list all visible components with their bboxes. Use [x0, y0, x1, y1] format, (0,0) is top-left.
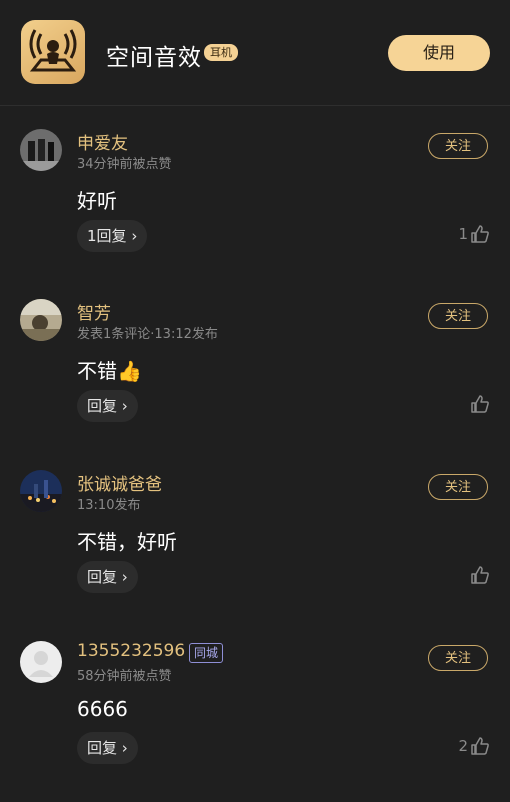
thumbs-up-icon: [471, 566, 489, 584]
username[interactable]: 申爱友: [77, 129, 128, 154]
follow-button[interactable]: 关注: [428, 474, 488, 500]
follow-button[interactable]: 关注: [428, 645, 488, 671]
comment-text: 不错👍: [77, 359, 142, 383]
comment-meta: 58分钟前被点赞: [77, 669, 172, 684]
comment-item: 智芳 发表1条评论·13:12发布 不错👍 回复 › 关注: [0, 299, 510, 459]
reply-button[interactable]: 1回复 ›: [77, 220, 148, 252]
reply-label: 1回复: [87, 227, 127, 245]
same-city-tag: 同城: [189, 643, 224, 663]
avatar[interactable]: [20, 641, 62, 683]
follow-button[interactable]: 关注: [428, 303, 488, 329]
earphone-tag: 耳机: [204, 44, 238, 61]
like-count: 1: [458, 225, 468, 243]
chevron-right-icon: ›: [131, 227, 138, 245]
comment-meta: 34分钟前被点赞: [77, 157, 172, 172]
chevron-right-icon: ›: [121, 739, 128, 757]
comment-item: 1355232596 同城 58分钟前被点赞 6666 回复 › 关注 2: [0, 641, 510, 801]
reply-label: 回复: [87, 739, 118, 757]
avatar[interactable]: [20, 129, 62, 171]
header: 空间音效 耳机 使用: [0, 0, 510, 106]
thumbs-up-icon: [471, 395, 489, 413]
like-button[interactable]: 1: [458, 222, 490, 246]
reply-label: 回复: [87, 397, 118, 415]
comment-item: 张诚诚爸爸 13:10发布 不错，好听 回复 › 关注: [0, 470, 510, 630]
page-title: 空间音效: [106, 45, 202, 71]
username[interactable]: 1355232596: [77, 641, 185, 661]
like-button[interactable]: 2: [458, 734, 490, 758]
comment-text: 6666: [77, 697, 128, 721]
comment-text: 不错，好听: [77, 530, 177, 554]
spatial-audio-icon[interactable]: [21, 20, 85, 84]
comment-text: 好听: [77, 189, 117, 213]
thumbs-up-icon: [471, 737, 489, 755]
thumbs-up-icon: [471, 225, 489, 243]
reply-button[interactable]: 回复 ›: [77, 390, 138, 422]
reply-button[interactable]: 回复 ›: [77, 732, 138, 764]
avatar[interactable]: [20, 470, 62, 512]
follow-button[interactable]: 关注: [428, 133, 488, 159]
like-count: 2: [458, 737, 468, 755]
comment-meta: 13:10发布: [77, 498, 141, 513]
avatar[interactable]: [20, 299, 62, 341]
reply-label: 回复: [87, 568, 118, 586]
comment-item: 申爱友 34分钟前被点赞 好听 1回复 › 关注 1: [0, 129, 510, 289]
username[interactable]: 智芳: [77, 299, 111, 324]
username[interactable]: 张诚诚爸爸: [77, 470, 162, 495]
chevron-right-icon: ›: [121, 568, 128, 586]
chevron-right-icon: ›: [121, 397, 128, 415]
like-button[interactable]: [468, 392, 490, 416]
reply-button[interactable]: 回复 ›: [77, 561, 138, 593]
use-button[interactable]: 使用: [388, 35, 490, 71]
like-button[interactable]: [468, 563, 490, 587]
comment-meta: 发表1条评论·13:12发布: [77, 327, 218, 342]
